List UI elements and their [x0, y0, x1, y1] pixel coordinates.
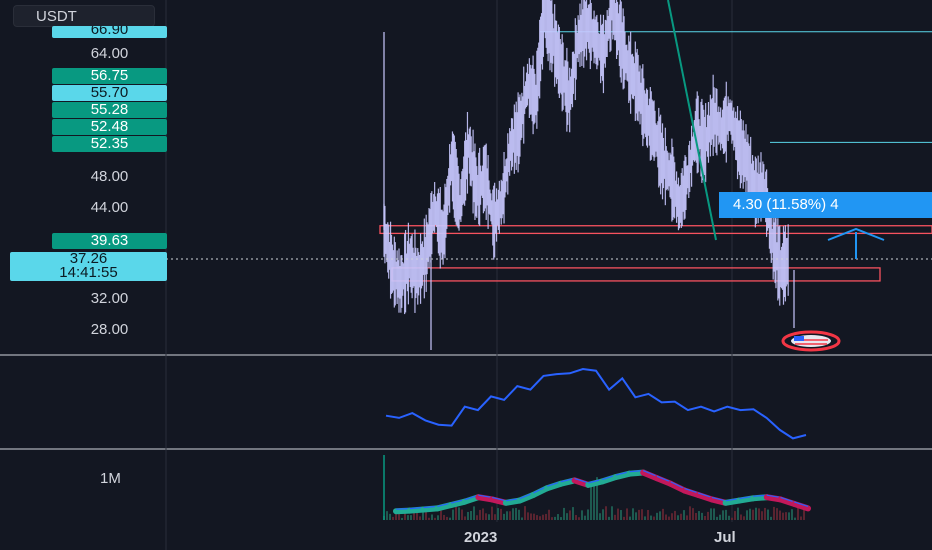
price-tick: 64.00	[90, 45, 129, 62]
price-label: 55.28	[52, 102, 167, 118]
volume-tick: 1M	[100, 470, 121, 487]
price-label-cut: 66.90	[52, 26, 167, 38]
time-label-2023: 2023	[464, 529, 498, 546]
us-flag-icon	[781, 330, 841, 352]
price-label: 52.35	[52, 136, 167, 152]
price-tick: 32.00	[90, 290, 129, 307]
current-price-label: 37.26 14:41:55	[10, 251, 167, 281]
price-tick: 48.00	[90, 168, 129, 185]
price-tick: 44.00	[90, 199, 129, 216]
zone-box	[391, 267, 881, 282]
symbol-chip[interactable]: USDT	[13, 5, 155, 27]
price-label: 52.48	[52, 119, 167, 135]
price-label: 39.63	[52, 233, 167, 249]
bar-countdown: 14:41:55	[59, 264, 118, 281]
measure-label[interactable]: 4.30 (11.58%) 4	[719, 192, 932, 218]
price-tick: 28.00	[90, 321, 129, 338]
price-label: 56.75	[52, 68, 167, 84]
symbol-label: USDT	[36, 8, 77, 25]
indicator-line	[385, 367, 807, 440]
price-label: 55.70	[52, 85, 167, 101]
time-label-jul: Jul	[714, 529, 736, 546]
